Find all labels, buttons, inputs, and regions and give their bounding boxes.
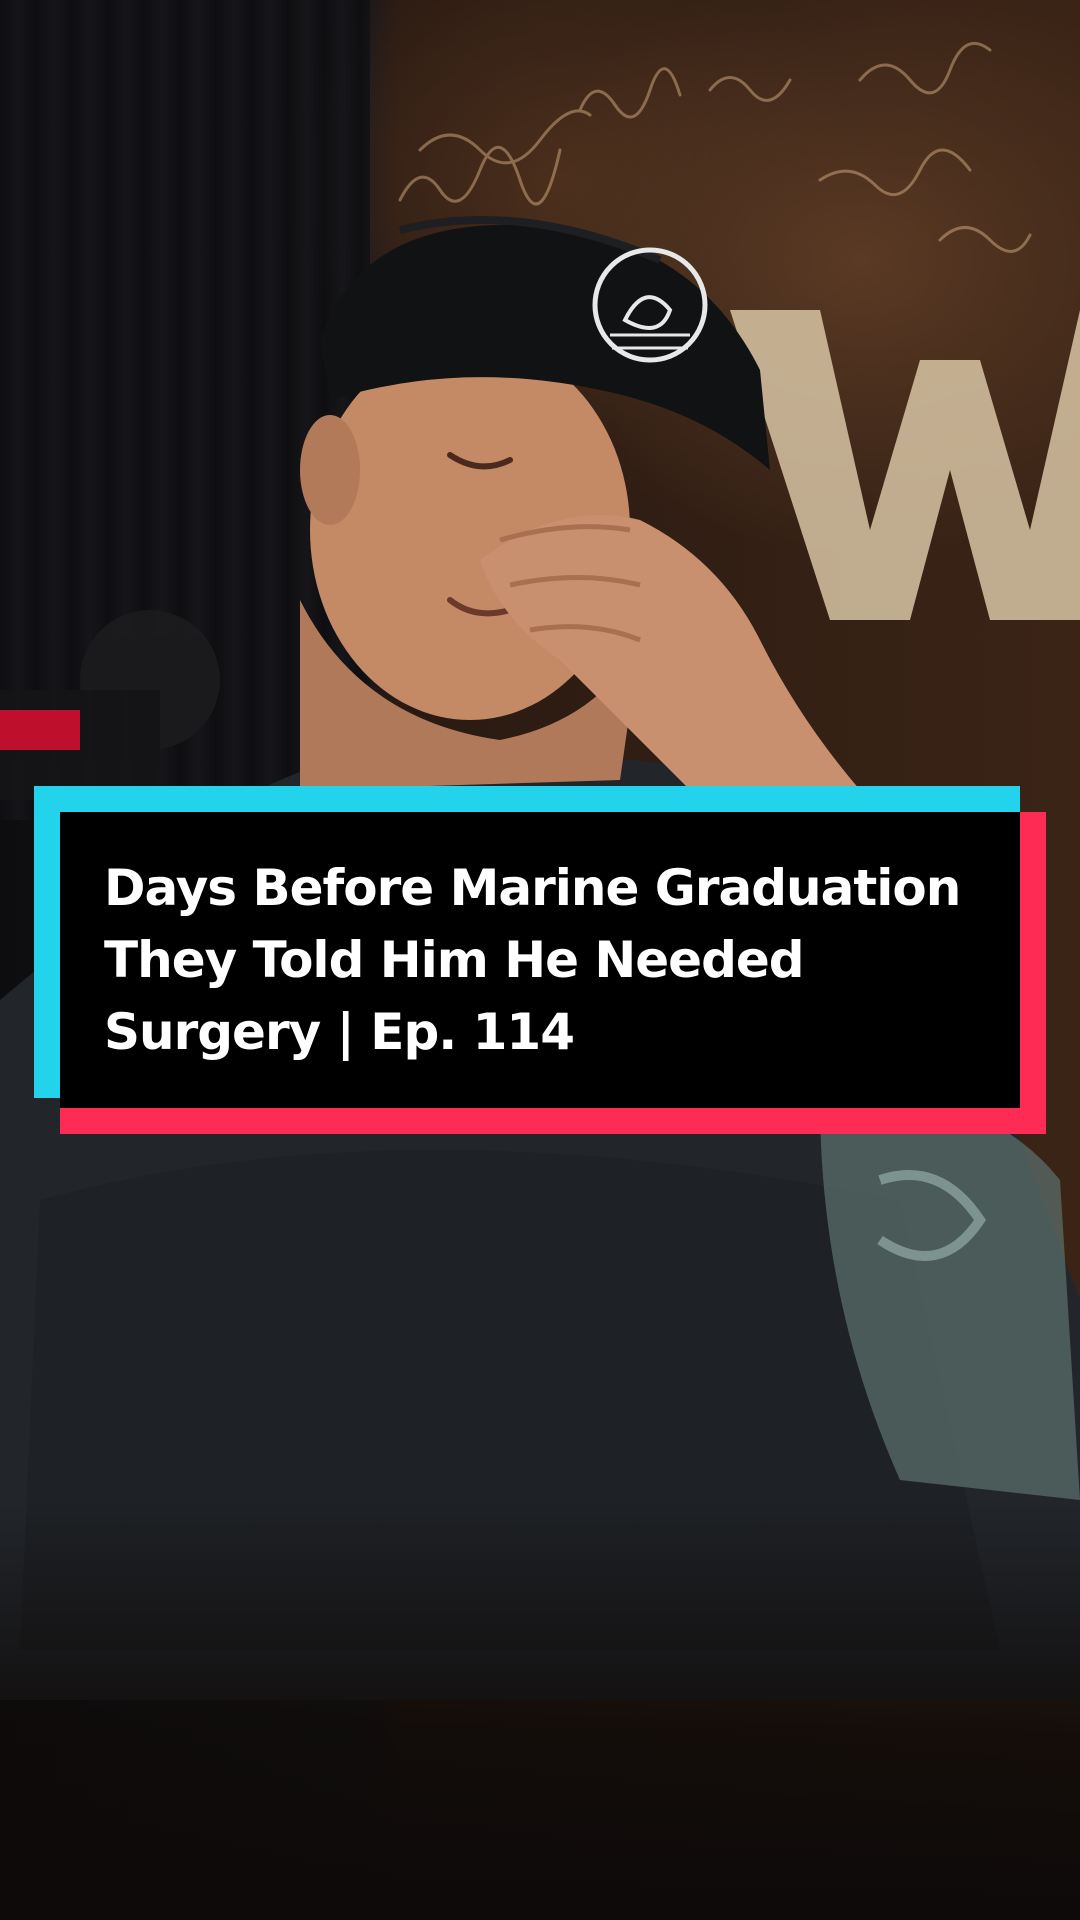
episode-title-card: Days Before Marine Graduation They Told … (34, 786, 1046, 1134)
episode-title-line-3: Surgery | Ep. 114 (104, 1003, 575, 1061)
microphone (0, 610, 220, 800)
bottom-shadow (0, 1500, 1080, 1920)
episode-title: Days Before Marine Graduation They Told … (104, 852, 1004, 1068)
episode-title-line-2: They Told Him He Needed (104, 931, 805, 989)
episode-title-line-1: Days Before Marine Graduation (104, 859, 961, 917)
video-frame[interactable]: Days Before Marine Graduation They Told … (0, 0, 1080, 1920)
